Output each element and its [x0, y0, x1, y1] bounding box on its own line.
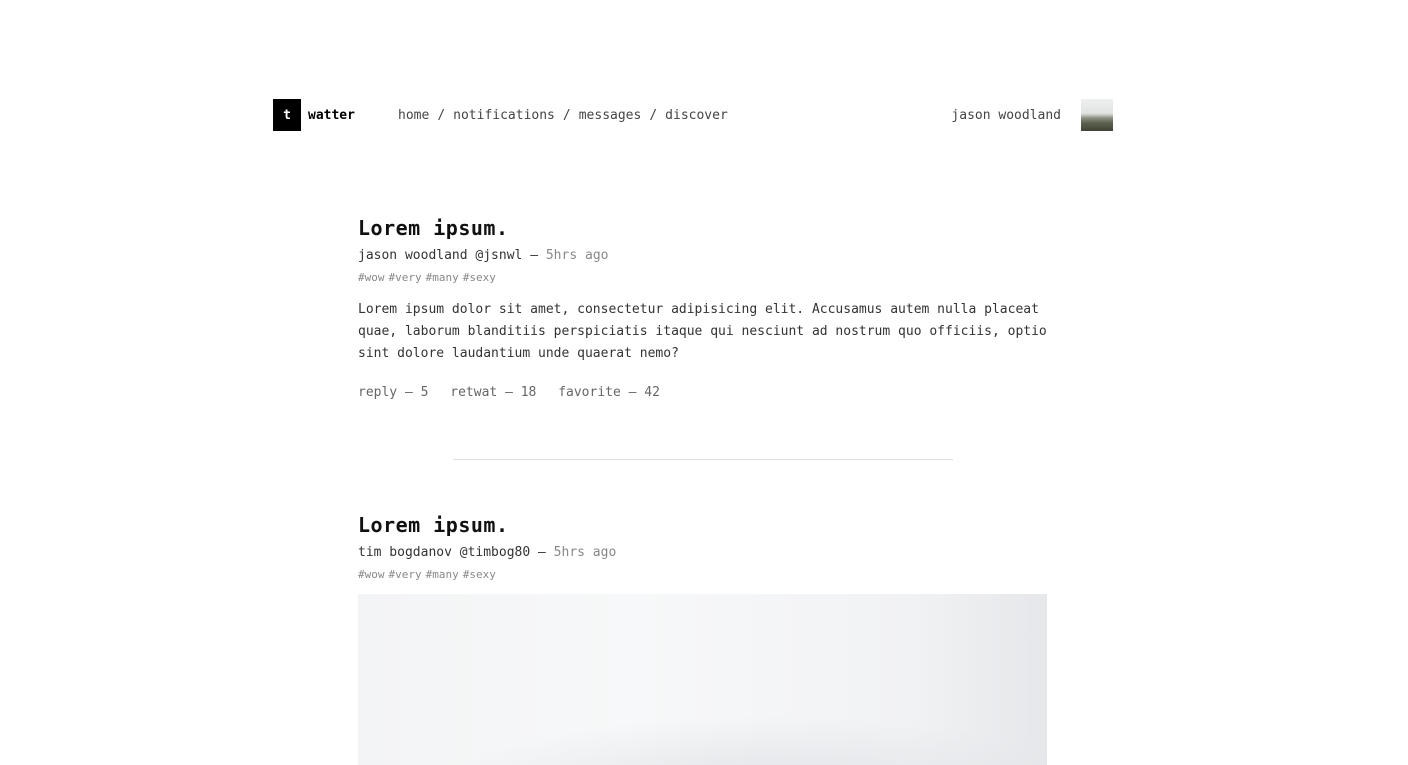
nav-messages[interactable]: messages: [579, 108, 642, 123]
post-title[interactable]: Lorem ipsum.: [358, 216, 1047, 240]
meta-dash: –: [530, 248, 539, 263]
post-tags: #wow #very #many #sexy: [358, 568, 1047, 582]
reply-button[interactable]: reply – 5: [358, 385, 428, 400]
logo-text: watter: [308, 107, 355, 123]
tag-link[interactable]: #many: [426, 271, 459, 284]
tag-link[interactable]: #sexy: [463, 568, 496, 581]
tag-link[interactable]: #wow: [358, 271, 385, 284]
tag-link[interactable]: #sexy: [463, 271, 496, 284]
favorite-button[interactable]: favorite – 42: [558, 385, 660, 400]
post-meta: jason woodland @jsnwl – 5hrs ago: [358, 248, 1047, 264]
user-menu[interactable]: jason woodland: [951, 99, 1113, 131]
post-actions: reply – 5 retwat – 18 favorite – 42: [358, 385, 1047, 400]
header: t watter home / notifications / messages…: [273, 99, 1113, 131]
tag-link[interactable]: #very: [389, 271, 422, 284]
main-nav: home / notifications / messages / discov…: [398, 99, 728, 131]
user-name[interactable]: jason woodland: [951, 108, 1061, 123]
logo-mark: t: [273, 99, 301, 131]
nav-separator: /: [562, 107, 571, 123]
tag-link[interactable]: #very: [389, 568, 422, 581]
post-body: Lorem ipsum dolor sit amet, consectetur …: [358, 302, 1047, 361]
page: t watter home / notifications / messages…: [0, 0, 1408, 765]
post: Lorem ipsum. tim bogdanov @timbog80 – 5h…: [358, 513, 1047, 765]
nav-separator: /: [437, 107, 446, 123]
nav-separator: /: [649, 107, 658, 123]
meta-dash: –: [538, 545, 546, 560]
retwat-button[interactable]: retwat – 18: [450, 385, 536, 400]
nav-discover[interactable]: discover: [665, 108, 728, 123]
post-meta: tim bogdanov @timbog80 – 5hrs ago: [358, 545, 1047, 561]
tag-link[interactable]: #many: [426, 568, 459, 581]
post-time: 5hrs ago: [553, 545, 617, 560]
avatar[interactable]: [1081, 99, 1113, 131]
nav-notifications[interactable]: notifications: [453, 108, 555, 123]
post-author[interactable]: tim bogdanov @timbog80: [358, 545, 530, 560]
post-divider: [453, 459, 953, 460]
post: Lorem ipsum. jason woodland @jsnwl – 5hr…: [358, 216, 1047, 400]
logo-link[interactable]: t watter: [273, 99, 355, 131]
post-time: 5hrs ago: [545, 248, 609, 263]
nav-home[interactable]: home: [398, 108, 429, 123]
post-tags: #wow #very #many #sexy: [358, 271, 1047, 285]
tag-link[interactable]: #wow: [358, 568, 385, 581]
post-title[interactable]: Lorem ipsum.: [358, 513, 1047, 537]
post-image[interactable]: [358, 594, 1047, 765]
post-author[interactable]: jason woodland @jsnwl: [358, 248, 522, 263]
